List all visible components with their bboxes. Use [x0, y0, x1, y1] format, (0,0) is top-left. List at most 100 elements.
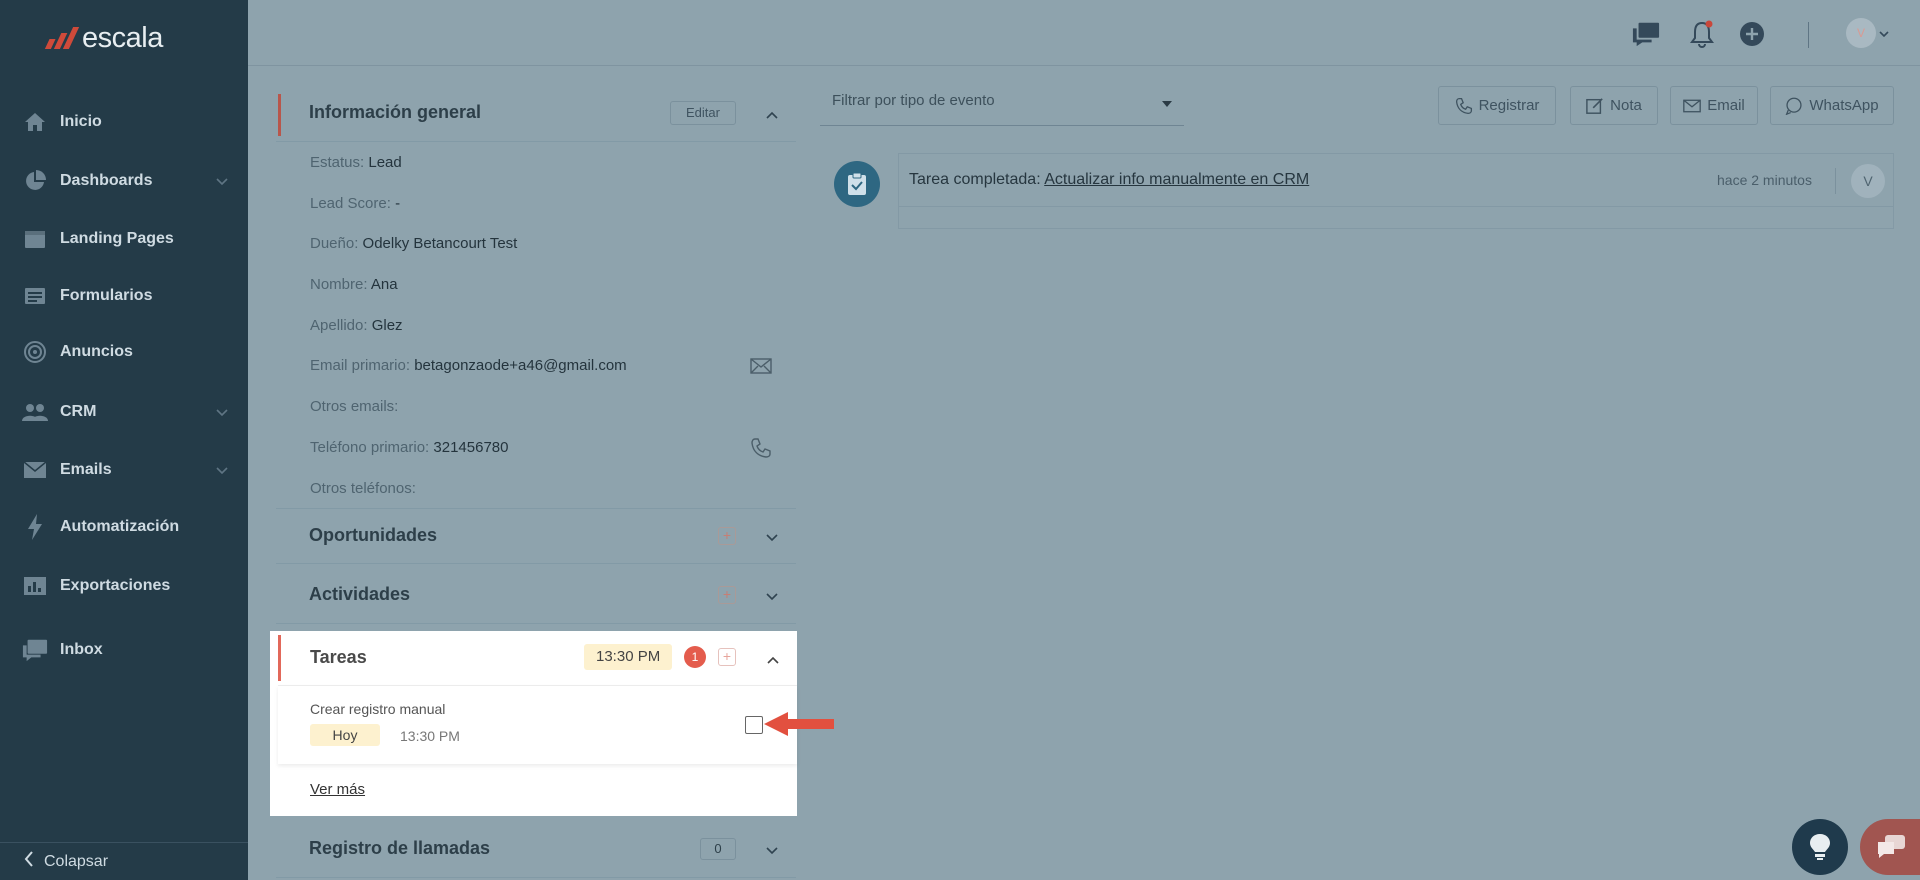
- event-task-link[interactable]: Actualizar info manualmente en CRM: [1044, 171, 1309, 188]
- timeline-event: Tarea completada: Actualizar info manual…: [898, 153, 1894, 229]
- section-accent: [278, 635, 281, 681]
- event-user-avatar: V: [1851, 164, 1885, 198]
- see-more-link[interactable]: Ver más: [310, 781, 365, 798]
- chevron-down-icon[interactable]: [766, 842, 778, 860]
- whatsapp-button[interactable]: WhatsApp: [1770, 86, 1894, 125]
- phone-icon[interactable]: [750, 437, 772, 464]
- filter-placeholder: Filtrar por tipo de evento: [832, 92, 995, 109]
- user-avatar[interactable]: V: [1846, 18, 1876, 48]
- chart-icon: [22, 573, 48, 599]
- pointer-arrow-icon: [764, 712, 834, 736]
- chevron-down-icon[interactable]: [766, 529, 778, 547]
- sidebar-item-label: Automatización: [60, 518, 180, 535]
- users-icon: [22, 399, 48, 425]
- general-info-title: Información general: [309, 102, 482, 122]
- chevron-down-icon: [216, 462, 228, 480]
- support-chat-button[interactable]: [1860, 819, 1920, 875]
- caret-down-icon: [1162, 94, 1172, 112]
- opportunities-title: Oportunidades: [309, 525, 438, 545]
- form-icon: [22, 283, 48, 309]
- sidebar-item-anuncios[interactable]: Anuncios: [0, 330, 248, 374]
- sidebar-item-emails[interactable]: Emails: [0, 448, 248, 492]
- add-task-icon[interactable]: +: [718, 648, 736, 666]
- task-time: 13:30 PM: [400, 728, 460, 744]
- phone-icon: [1455, 97, 1472, 114]
- sidebar: escala Inicio Dashboards Landing Pages F…: [0, 0, 248, 880]
- general-info-header[interactable]: Información general Editar: [276, 86, 796, 142]
- sidebar-item-label: Inicio: [60, 113, 102, 130]
- sidebar-item-dashboards[interactable]: Dashboards: [0, 159, 248, 203]
- event-description: Tarea completada: Actualizar info manual…: [909, 171, 1310, 188]
- timeline-event-row: Tarea completada: Actualizar info manual…: [899, 154, 1893, 207]
- chevron-up-icon[interactable]: [766, 106, 778, 124]
- sidebar-item-crm[interactable]: CRM: [0, 390, 248, 434]
- chevron-down-icon: [216, 404, 228, 422]
- opportunities-header[interactable]: Oportunidades +: [276, 508, 796, 564]
- sidebar-item-automatizacion[interactable]: Automatización: [0, 505, 248, 549]
- chevron-down-icon[interactable]: [1876, 20, 1892, 48]
- sidebar-item-inbox[interactable]: Inbox: [0, 628, 248, 672]
- sidebar-item-label: Inbox: [60, 641, 103, 658]
- task-complete-checkbox[interactable]: [745, 716, 763, 734]
- tips-button[interactable]: [1792, 819, 1848, 875]
- email-label: Email: [1707, 97, 1745, 114]
- note-button[interactable]: Nota: [1570, 86, 1658, 125]
- event-timestamp: hace 2 minutos: [1717, 172, 1812, 188]
- field-other-phones: Otros teléfonos:: [310, 480, 416, 497]
- edit-button[interactable]: Editar: [670, 101, 736, 125]
- calls-count: 0: [700, 838, 736, 860]
- envelope-icon: [1683, 99, 1702, 112]
- topbar: V: [248, 0, 1920, 66]
- field-primary-phone: Teléfono primario: 321456780: [310, 439, 509, 456]
- calls-header[interactable]: Registro de llamadas 0: [276, 822, 796, 878]
- bell-icon[interactable]: [1688, 20, 1716, 48]
- section-accent: [278, 94, 281, 136]
- envelope-icon[interactable]: [750, 358, 772, 379]
- tasks-time-badge: 13:30 PM: [584, 644, 673, 670]
- sidebar-item-label: CRM: [60, 403, 97, 420]
- task-name[interactable]: Crear registro manual: [310, 701, 445, 717]
- whatsapp-icon: [1785, 97, 1802, 115]
- sidebar-item-label: Emails: [60, 461, 112, 478]
- chat-bubble-icon: [1878, 835, 1905, 858]
- sidebar-item-label: Exportaciones: [60, 577, 171, 594]
- field-last-name: Apellido: Glez: [310, 317, 403, 334]
- register-button[interactable]: Registrar: [1438, 86, 1556, 125]
- field-primary-email: Email primario: betagonzaode+a46@gmail.c…: [310, 357, 627, 374]
- whatsapp-label: WhatsApp: [1809, 97, 1879, 114]
- task-event-icon: [834, 161, 880, 207]
- activities-header[interactable]: Actividades +: [276, 568, 796, 624]
- chevron-up-icon[interactable]: [767, 651, 779, 669]
- add-circle-icon[interactable]: [1738, 20, 1766, 48]
- collapse-sidebar-button[interactable]: Colapsar: [0, 842, 248, 880]
- add-activity-icon[interactable]: +: [718, 586, 736, 604]
- chat-icon: [22, 637, 48, 663]
- escala-logo[interactable]: escala: [44, 20, 163, 56]
- register-label: Registrar: [1478, 97, 1540, 114]
- collapse-label: Colapsar: [44, 852, 109, 870]
- edit-note-icon: [1586, 97, 1603, 114]
- sidebar-item-label: Landing Pages: [60, 230, 174, 247]
- field-owner: Dueño: Odelky Betancourt Test: [310, 235, 518, 252]
- divider: [1835, 168, 1836, 194]
- sidebar-item-inicio[interactable]: Inicio: [0, 100, 248, 144]
- email-button[interactable]: Email: [1670, 86, 1758, 125]
- sidebar-item-exportaciones[interactable]: Exportaciones: [0, 564, 248, 608]
- pie-chart-icon: [22, 168, 48, 194]
- sidebar-item-landing-pages[interactable]: Landing Pages: [0, 217, 248, 261]
- chevron-down-icon: [216, 173, 228, 191]
- conversations-icon[interactable]: [1632, 20, 1660, 48]
- logo-mark-icon: [44, 27, 80, 49]
- task-day-badge: Hoy: [310, 724, 380, 746]
- add-opportunity-icon[interactable]: +: [718, 527, 736, 545]
- tasks-section: Tareas 13:30 PM 1 + Crear registro manua…: [270, 631, 797, 816]
- lightbulb-icon: [1810, 834, 1830, 860]
- chevron-down-icon[interactable]: [766, 588, 778, 606]
- bolt-icon: [22, 514, 48, 540]
- field-lead-score: Lead Score: -: [310, 195, 401, 212]
- sidebar-item-formularios[interactable]: Formularios: [0, 274, 248, 318]
- event-type-filter[interactable]: Filtrar por tipo de evento: [820, 82, 1184, 126]
- calls-title: Registro de llamadas: [309, 838, 491, 858]
- tasks-count-badge: 1: [684, 646, 706, 668]
- tasks-title[interactable]: Tareas: [310, 647, 367, 668]
